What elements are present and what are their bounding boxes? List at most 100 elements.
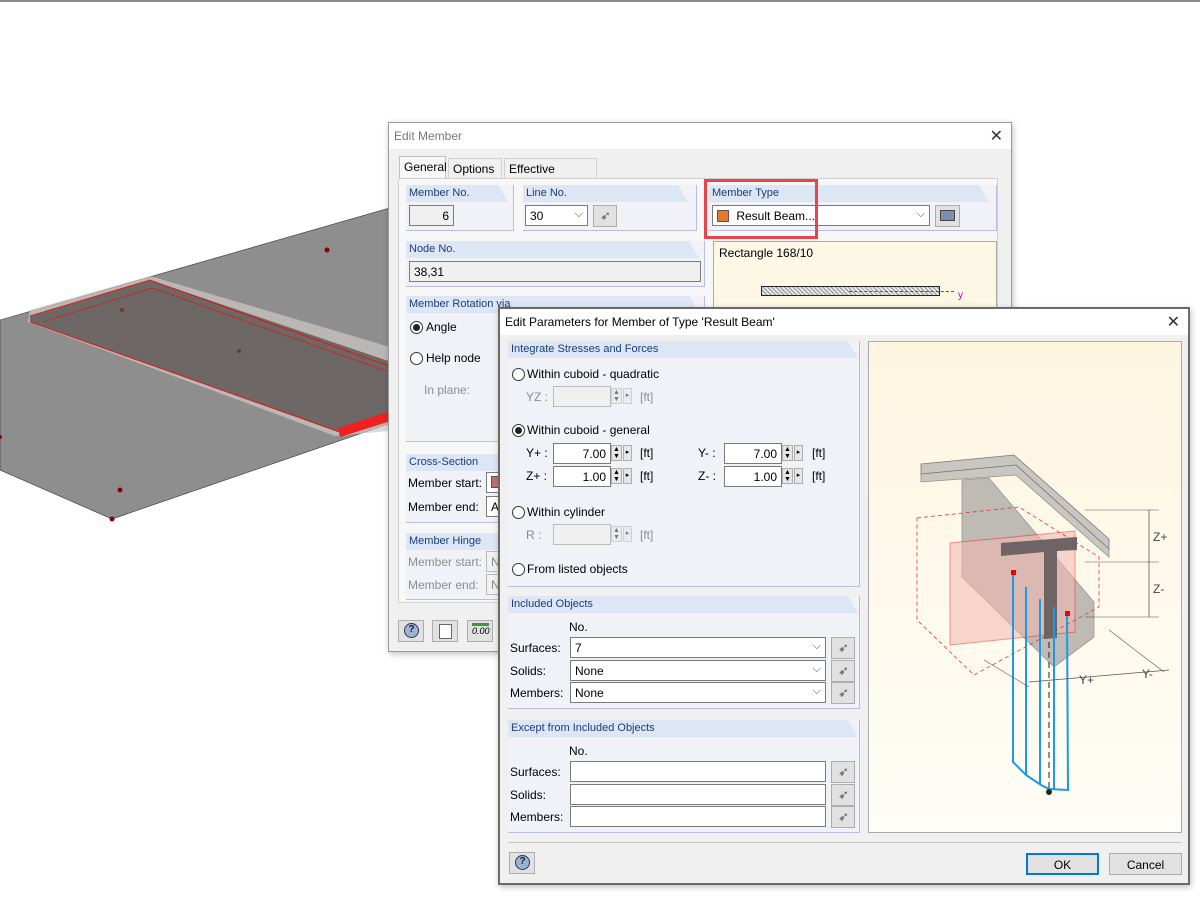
pick-surfaces-button[interactable]: ➶ bbox=[831, 637, 855, 659]
included-surfaces-value: 7 bbox=[575, 641, 582, 655]
included-surfaces-label: Surfaces: bbox=[510, 641, 561, 655]
help-button[interactable]: ? bbox=[398, 620, 424, 642]
y-plus-spinner[interactable]: ▲ ▼ ▸ bbox=[611, 443, 633, 464]
y-plus-unit: [ft] bbox=[640, 446, 654, 460]
chevron-down-icon: ⌵ bbox=[812, 685, 821, 697]
z-plus-unit: [ft] bbox=[640, 469, 654, 483]
cuboid-quadratic-radio[interactable] bbox=[512, 368, 525, 381]
except-solids-field[interactable] bbox=[570, 784, 826, 805]
tab-effective-lengths[interactable]: Effective Lengths bbox=[504, 158, 597, 190]
tab-general[interactable]: General bbox=[399, 156, 447, 179]
chevron-down-icon: ⌵ bbox=[812, 640, 821, 652]
except-members-label: Members: bbox=[510, 810, 564, 824]
pick-members-button[interactable]: ➶ bbox=[831, 682, 855, 704]
close-icon[interactable]: ✕ bbox=[1167, 312, 1180, 332]
r-label: R : bbox=[526, 528, 542, 542]
start-node bbox=[1011, 570, 1016, 575]
model-viewport[interactable] bbox=[0, 0, 400, 900]
angle-radio[interactable] bbox=[410, 321, 423, 334]
except-members-field[interactable] bbox=[570, 806, 826, 827]
close-icon[interactable]: ✕ bbox=[990, 126, 1003, 146]
z-plus-field[interactable]: 1.00 bbox=[553, 466, 611, 487]
node-point bbox=[237, 349, 241, 353]
except-solids-label: Solids: bbox=[510, 788, 547, 802]
included-members-label: Members: bbox=[510, 686, 564, 700]
edit-parameters-dialog: Edit Parameters for Member of Type 'Resu… bbox=[498, 307, 1190, 885]
edit-button[interactable] bbox=[432, 620, 458, 642]
pick-pointer-icon: ➶ bbox=[838, 809, 849, 824]
y-minus-field[interactable]: 7.00 bbox=[724, 443, 782, 464]
units-icon: 0.00 bbox=[472, 623, 490, 639]
pick-pointer-icon: ➶ bbox=[838, 640, 849, 655]
pick-solids-button[interactable]: ➶ bbox=[831, 660, 855, 682]
z-minus-spinner[interactable]: ▲ ▼ ▸ bbox=[782, 466, 804, 487]
cancel-button[interactable]: Cancel bbox=[1109, 853, 1182, 875]
pick-pointer-icon: ➶ bbox=[838, 764, 849, 779]
edit-member-type-button[interactable] bbox=[935, 205, 960, 227]
r-unit: [ft] bbox=[640, 528, 654, 542]
y-plus-field[interactable]: 7.00 bbox=[553, 443, 611, 464]
member-no-group: Member No. 6 bbox=[406, 185, 514, 231]
diagram-y-plus-label: Y+ bbox=[1079, 673, 1095, 687]
z-plus-label: Z+ : bbox=[526, 469, 548, 483]
z-minus-field[interactable]: 1.00 bbox=[724, 466, 782, 487]
member-no-label: Member No. bbox=[406, 185, 508, 202]
hinge-start-label: Member start: bbox=[408, 555, 483, 569]
r-field[interactable] bbox=[553, 524, 611, 545]
pick-except-solids-button[interactable]: ➶ bbox=[831, 784, 855, 806]
included-members-select[interactable]: None ⌵ bbox=[570, 682, 826, 703]
listed-objects-radio[interactable] bbox=[512, 563, 525, 576]
cross-section-end-label: Member end: bbox=[408, 500, 479, 514]
edit-member-titlebar: Edit Member ✕ bbox=[389, 123, 1011, 149]
axis-end-point bbox=[1046, 789, 1052, 795]
cross-section-start-label: Member start: bbox=[408, 476, 483, 490]
cylinder-radio[interactable] bbox=[512, 506, 525, 519]
y-minus-unit: [ft] bbox=[812, 446, 826, 460]
node-point bbox=[324, 247, 330, 253]
member-no-field[interactable]: 6 bbox=[409, 205, 454, 226]
node-point bbox=[117, 487, 123, 493]
y-dim-tick bbox=[1108, 629, 1165, 673]
footer-divider bbox=[508, 842, 1182, 843]
dialog-title: Edit Parameters for Member of Type 'Resu… bbox=[505, 315, 775, 329]
z-plus-spinner[interactable]: ▲ ▼ ▸ bbox=[611, 466, 633, 487]
line-no-group: Line No. 30 ⌵ ➶ bbox=[523, 185, 697, 231]
units-button[interactable]: 0.00 bbox=[467, 620, 493, 642]
except-objects-group: Except from Included Objects No. Surface… bbox=[508, 720, 860, 833]
ok-button[interactable]: OK bbox=[1026, 853, 1099, 875]
help-icon: ? bbox=[515, 855, 530, 870]
diagram-z-minus-label: Z- bbox=[1153, 582, 1165, 596]
included-solids-select[interactable]: None ⌵ bbox=[570, 660, 826, 681]
included-solids-value: None bbox=[575, 664, 604, 678]
y-plus-label: Y+ : bbox=[526, 446, 548, 460]
r-spinner[interactable]: ▲ ▼ ▸ bbox=[611, 524, 633, 545]
help-node-label: Help node bbox=[426, 351, 481, 365]
y-minus-spinner[interactable]: ▲ ▼ ▸ bbox=[782, 443, 804, 464]
edit-parameters-titlebar: Edit Parameters for Member of Type 'Resu… bbox=[500, 309, 1188, 335]
pick-line-button[interactable]: ➶ bbox=[593, 205, 617, 227]
end-node bbox=[1065, 611, 1070, 616]
pick-except-members-button[interactable]: ➶ bbox=[831, 806, 855, 828]
line-no-select[interactable]: 30 ⌵ bbox=[525, 205, 588, 226]
except-surfaces-field[interactable] bbox=[570, 761, 826, 782]
parameter-diagram: Z+ Z- Y+ Y- bbox=[868, 341, 1182, 833]
y-dim-tick bbox=[983, 659, 1030, 688]
included-members-value: None bbox=[575, 686, 604, 700]
help-node-radio[interactable] bbox=[410, 352, 423, 365]
cuboid-quadratic-label: Within cuboid - quadratic bbox=[527, 367, 660, 381]
node-no-field[interactable]: 38,31 bbox=[409, 261, 701, 282]
cuboid-general-radio[interactable] bbox=[512, 424, 525, 437]
line-no-value: 30 bbox=[530, 209, 544, 223]
yz-field[interactable] bbox=[553, 386, 611, 407]
pick-except-surfaces-button[interactable]: ➶ bbox=[831, 761, 855, 783]
integrate-group: Integrate Stresses and Forces Within cub… bbox=[508, 341, 860, 587]
included-surfaces-select[interactable]: 7 ⌵ bbox=[570, 637, 826, 658]
in-plane-label: In plane: bbox=[424, 383, 471, 397]
help-button[interactable]: ? bbox=[509, 852, 535, 874]
hinge-end-label: Member end: bbox=[408, 578, 479, 592]
tab-options[interactable]: Options bbox=[448, 158, 502, 178]
result-beam-diagram bbox=[916, 454, 1170, 795]
yz-spinner[interactable]: ▲ ▼ ▸ bbox=[611, 386, 633, 407]
edit-icon bbox=[439, 624, 452, 639]
angle-label: Angle bbox=[426, 320, 457, 334]
